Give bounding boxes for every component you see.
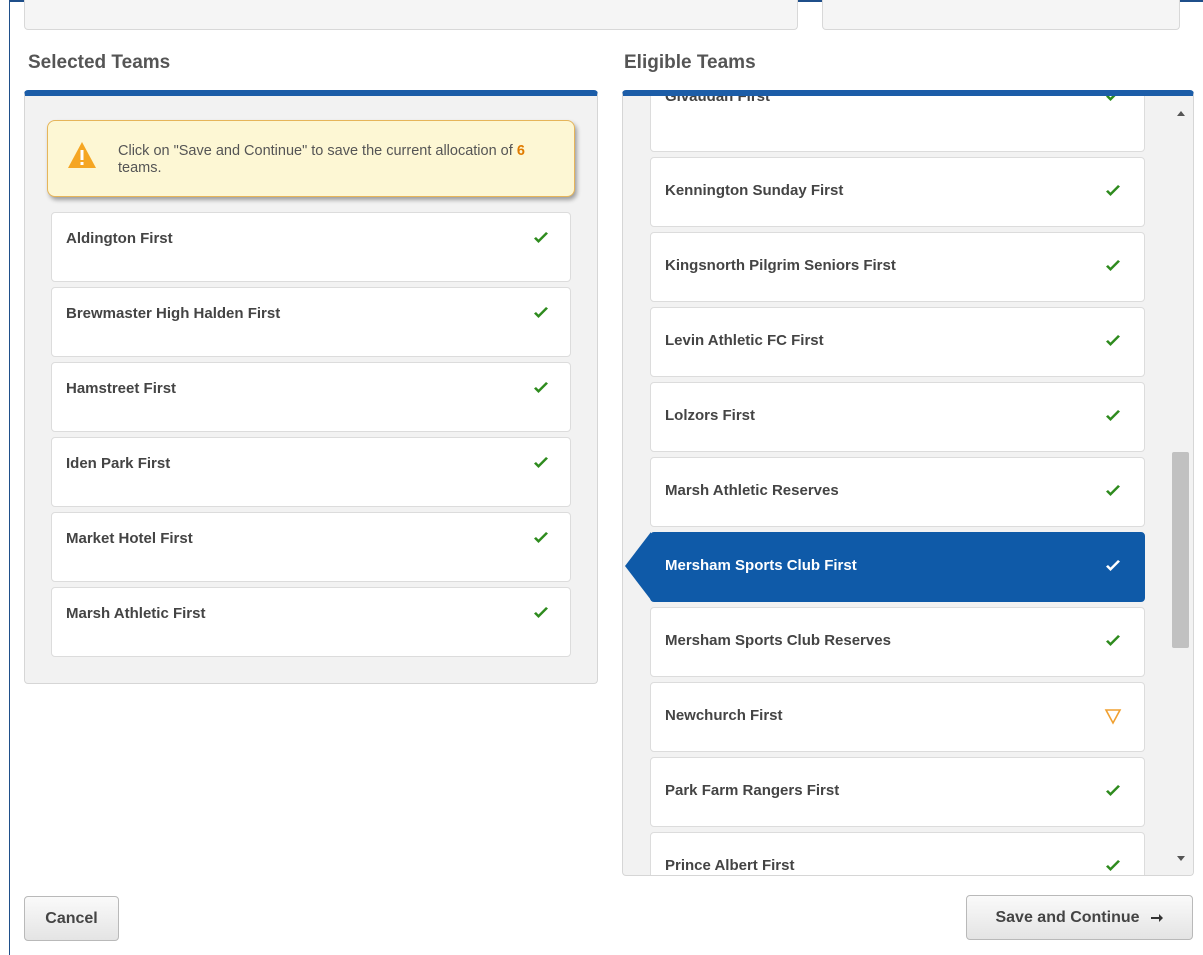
team-name: Kennington Sunday First [665,182,844,199]
team-card[interactable]: Lolzors First [650,382,1145,452]
eligible-teams-panel[interactable]: Givaudan First Kennington Sunday First Kin… [622,90,1194,876]
team-name: Aldington First [66,230,173,247]
team-card[interactable]: Brewmaster High Halden First [51,287,571,357]
check-icon [1106,785,1120,796]
check-icon [1106,635,1120,646]
team-name: Brewmaster High Halden First [66,305,281,322]
arrow-right-icon [1150,913,1163,922]
check-icon [534,232,548,243]
alert-icon [68,142,96,168]
alert-team-count: 6 [516,143,525,159]
team-card[interactable]: Levin Athletic FC First [650,307,1145,377]
team-name: Lolzors First [665,407,756,424]
check-icon [534,607,548,618]
warning-triangle-icon [1104,709,1122,725]
team-name: Levin Athletic FC First [665,332,824,349]
scroll-down-arrow-icon[interactable] [1175,852,1187,864]
cancel-button[interactable]: Cancel [24,896,119,941]
check-icon [534,307,548,318]
check-icon [1106,860,1120,871]
team-name: Park Farm Rangers First [665,782,840,799]
scrollbar-thumb[interactable] [1172,452,1189,648]
team-card[interactable]: Kingsnorth Pilgrim Seniors First [650,232,1145,302]
save-button-label: Save and Continue [995,908,1140,926]
check-icon [1106,96,1116,101]
top-panel-right [822,0,1180,30]
alert-message: Click on "Save and Continue" to save the… [118,143,568,177]
check-icon [1106,335,1120,346]
team-card[interactable]: Mersham Sports Club Reserves [650,607,1145,677]
selected-teams-panel: Click on "Save and Continue" to save the… [24,90,598,684]
check-icon [1106,260,1120,271]
team-name: Mersham Sports Club First [665,557,857,574]
team-name: Kingsnorth Pilgrim Seniors First [665,257,896,274]
team-card[interactable]: Mersham Sports Club First [650,532,1145,602]
team-card[interactable]: Market Hotel First [51,512,571,582]
selection-pointer [625,532,651,600]
team-name: Marsh Athletic Reserves [665,482,839,499]
team-card[interactable]: Kennington Sunday First [650,157,1145,227]
alert-text-before: Click on "Save and Continue" to save the… [118,143,517,159]
team-card[interactable]: Marsh Athletic First [51,587,571,657]
check-icon [1106,560,1120,571]
team-card[interactable]: Prince Albert First [650,832,1145,875]
check-icon [1106,485,1120,496]
team-name: Mersham Sports Club Reserves [665,632,891,649]
team-name: Newchurch First [665,707,783,724]
team-card[interactable]: Givaudan First [650,90,1145,152]
check-icon [534,457,548,468]
team-name: Marsh Athletic First [66,605,206,622]
alert-text-after: teams. [118,160,162,176]
check-icon [1106,410,1120,421]
team-name: Market Hotel First [66,530,193,547]
check-icon [534,382,548,393]
top-panel-left [24,0,798,30]
team-name: Iden Park First [66,455,171,472]
team-card[interactable]: Newchurch First [650,682,1145,752]
team-card[interactable]: Iden Park First [51,437,571,507]
check-icon [534,532,548,543]
team-name: Prince Albert First [665,857,795,874]
eligible-scrollbar[interactable] [1169,96,1193,875]
allocation-alert: Click on "Save and Continue" to save the… [47,120,575,197]
team-card[interactable]: Marsh Athletic Reserves [650,457,1145,527]
team-card[interactable]: Aldington First [51,212,571,282]
team-name: Hamstreet First [66,380,177,397]
check-icon [1106,185,1120,196]
scroll-up-arrow-icon[interactable] [1175,108,1187,120]
eligible-teams-title: Eligible Teams [624,52,756,73]
window-left-border [0,0,10,955]
team-card[interactable]: Hamstreet First [51,362,571,432]
team-name: Givaudan First [665,90,771,105]
save-and-continue-button[interactable]: Save and Continue [966,895,1193,940]
team-card[interactable]: Park Farm Rangers First [650,757,1145,827]
selected-teams-title: Selected Teams [28,52,171,73]
